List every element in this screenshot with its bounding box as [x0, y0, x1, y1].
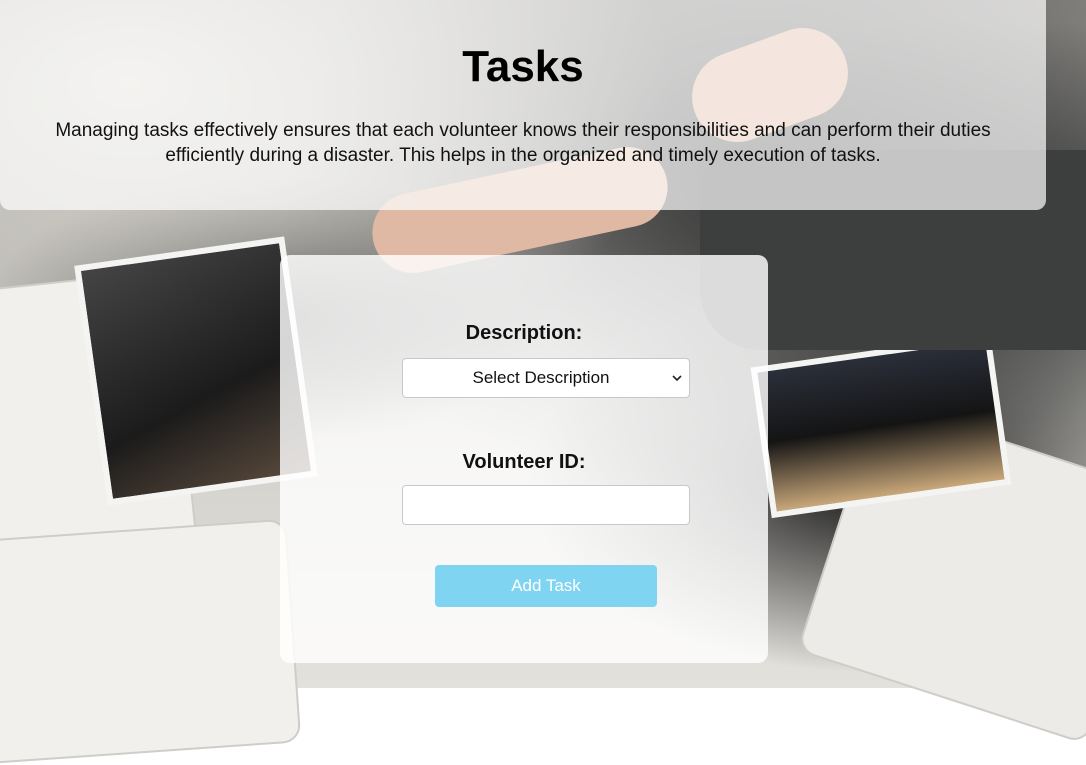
add-task-button[interactable]: Add Task [435, 565, 657, 607]
intro-text: Managing tasks effectively ensures that … [55, 120, 991, 166]
background-paper-sheet [0, 518, 302, 765]
description-select[interactable]: Select Description [402, 358, 690, 398]
volunteer-id-label: Volunteer ID: [462, 451, 586, 473]
task-form: Description: Select Description Voluntee… [280, 255, 768, 663]
chevron-down-icon [672, 375, 682, 382]
description-select-value: Select Description [472, 368, 610, 387]
description-label: Description: [465, 322, 583, 344]
page-title: Tasks [462, 42, 584, 91]
volunteer-id-input[interactable] [402, 485, 690, 525]
header-panel: Tasks Managing tasks effectively ensures… [0, 0, 1046, 210]
